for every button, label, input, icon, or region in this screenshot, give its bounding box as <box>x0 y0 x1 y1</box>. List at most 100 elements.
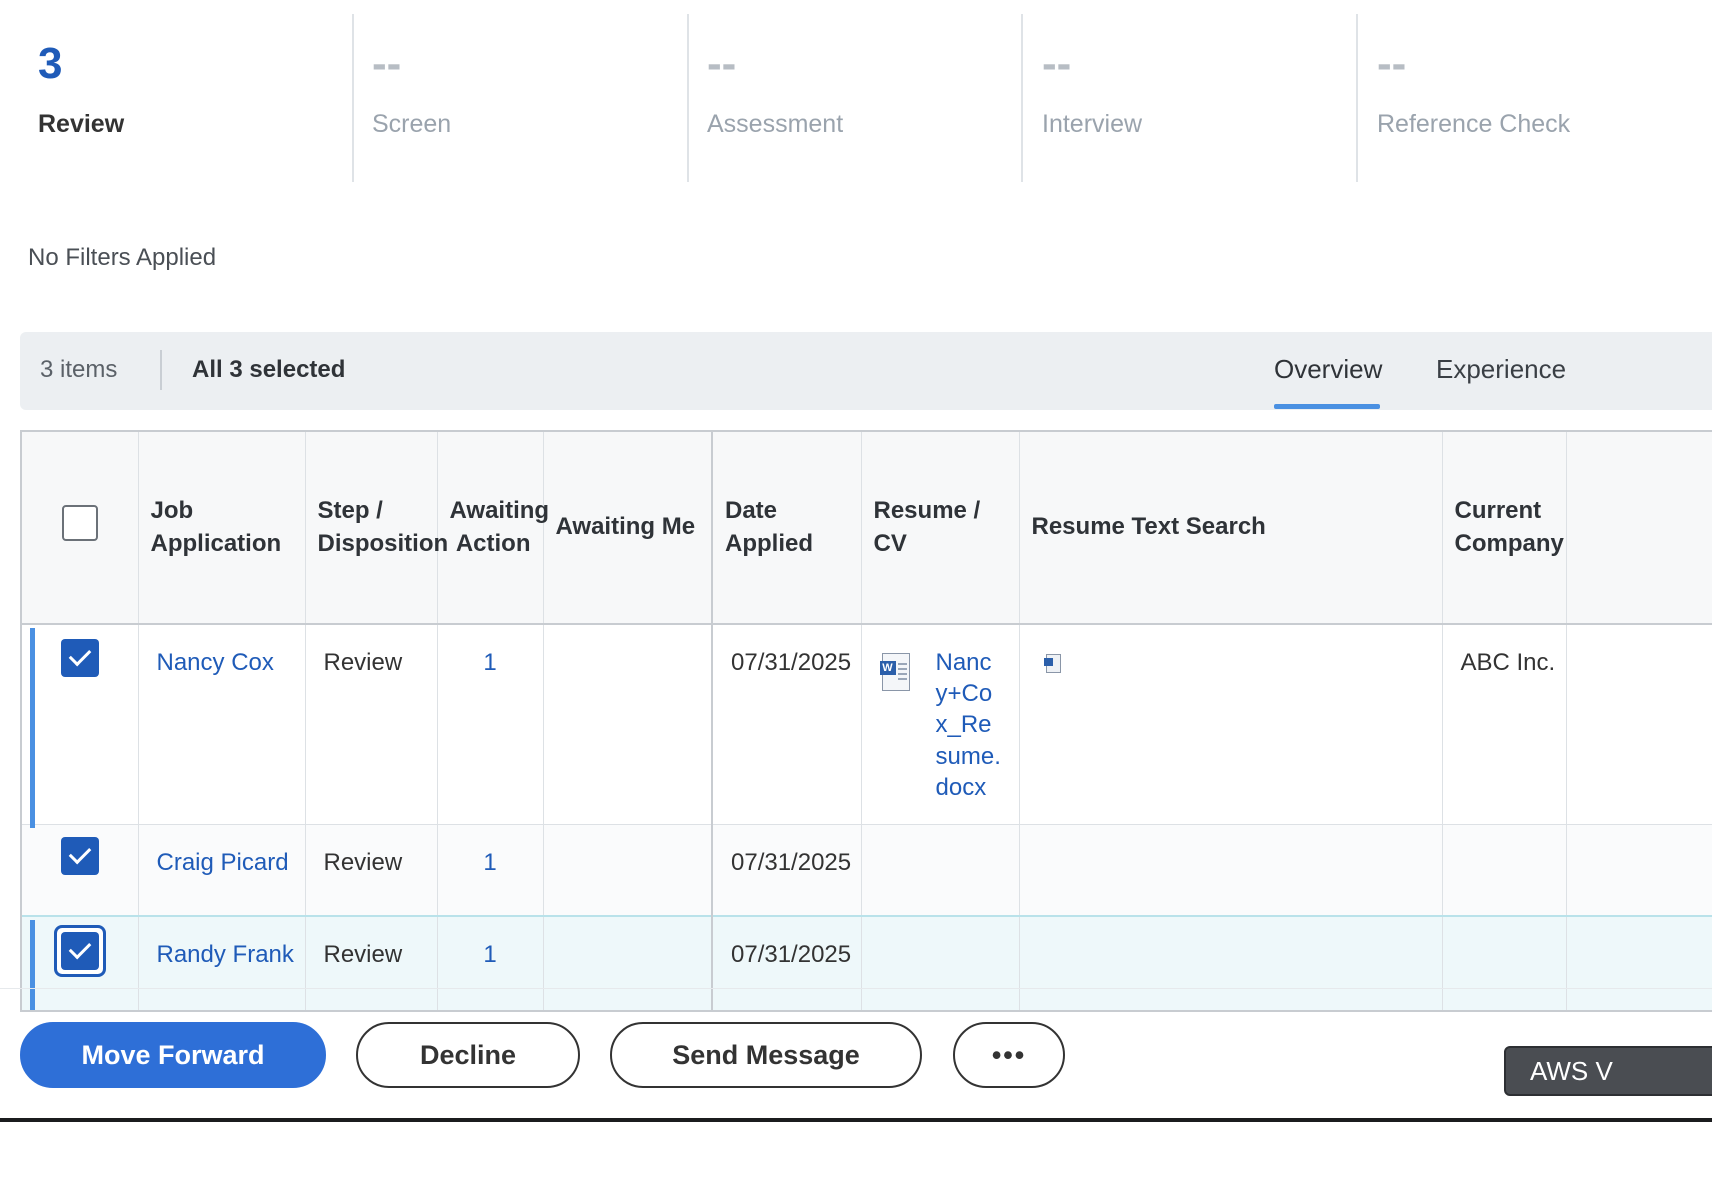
awaiting-me-value <box>544 825 712 847</box>
header-extra <box>1566 432 1712 625</box>
header-date-applied[interactable]: Date Applied <box>712 432 862 625</box>
selected-row-indicator <box>30 920 35 1010</box>
selection-summary: All 3 selected <box>192 356 346 383</box>
selected-row-indicator <box>30 628 35 828</box>
stage-screen[interactable]: -- Screen <box>372 14 672 182</box>
cell-awaiting-action: 1 <box>437 915 544 1010</box>
cell-awaiting-me <box>543 915 713 1010</box>
candidate-link[interactable]: Craig Picard <box>157 849 289 876</box>
stage-assessment[interactable]: -- Assessment <box>707 14 1007 182</box>
cell-date-applied: 07/31/2025 <box>712 624 862 825</box>
cell-resume-text-search <box>1019 824 1443 917</box>
stage-assessment-count: -- <box>707 39 737 88</box>
stage-interview-count: -- <box>1042 39 1072 88</box>
awaiting-action-link[interactable]: 1 <box>483 649 496 676</box>
candidate-grid: Job Application Step / Disposition Await… <box>20 430 1712 1012</box>
cell-current-company <box>1442 915 1567 1010</box>
current-company-value <box>1443 825 1566 847</box>
cell-step: Review <box>305 915 438 1010</box>
awaiting-action-link[interactable]: 1 <box>483 849 496 876</box>
current-company-value <box>1443 917 1566 939</box>
stage-divider <box>1356 14 1358 182</box>
more-actions-button[interactable]: ••• <box>953 1022 1065 1088</box>
stage-screen-label: Screen <box>372 110 452 138</box>
step-value: Review <box>323 848 403 876</box>
select-all-checkbox[interactable] <box>61 504 98 541</box>
stage-summary: 3 Review -- Screen -- Assessment -- Inte… <box>0 0 1712 185</box>
tab-overview[interactable]: Overview <box>1274 354 1382 385</box>
window-bottom-edge <box>0 1118 1712 1122</box>
stage-divider <box>352 14 354 182</box>
candidate-link[interactable]: Randy Frank <box>157 941 294 968</box>
send-message-button[interactable]: Send Message <box>610 1022 922 1088</box>
cell-date-applied: 07/31/2025 <box>712 824 862 917</box>
header-current-company[interactable]: Current Company <box>1442 432 1567 625</box>
select-all-header <box>22 432 139 625</box>
candidate-link[interactable]: Nancy Cox <box>157 649 274 676</box>
cell-current-company <box>1442 824 1567 917</box>
aws-widget[interactable]: AWS V <box>1504 1046 1712 1096</box>
current-company-value: ABC Inc. <box>1460 649 1556 676</box>
stage-reference-check-count: -- <box>1377 39 1407 88</box>
tab-experience[interactable]: Experience <box>1436 354 1566 385</box>
cell-extra <box>1566 824 1712 917</box>
action-bar-divider <box>0 988 1712 989</box>
row-select-cell <box>22 915 139 1010</box>
stage-reference-check[interactable]: -- Reference Check <box>1377 14 1707 182</box>
word-document-icon[interactable]: W <box>879 653 910 691</box>
row-select-cell <box>22 824 139 917</box>
stage-review-label: Review <box>38 110 125 138</box>
document-icon[interactable] <box>1043 654 1062 674</box>
cell-awaiting-action: 1 <box>437 624 544 825</box>
cell-extra <box>1566 915 1712 1010</box>
cell-step: Review <box>305 624 438 825</box>
cell-job-application: Nancy Cox <box>138 624 306 825</box>
stage-divider <box>687 14 689 182</box>
resume-value <box>862 825 1019 847</box>
cell-extra <box>1566 624 1712 825</box>
grid-toolbar: 3 items All 3 selected Overview Experien… <box>20 332 1712 410</box>
row-checkbox-focus-ring <box>53 925 106 977</box>
active-tab-indicator <box>1274 404 1380 409</box>
cell-job-application: Randy Frank <box>138 915 306 1010</box>
cell-resume-text-search <box>1019 915 1443 1010</box>
move-forward-button[interactable]: Move Forward <box>20 1022 326 1088</box>
header-step-disposition[interactable]: Step / Disposition <box>305 432 448 625</box>
header-resume-text-search[interactable]: Resume Text Search <box>1019 432 1443 625</box>
cell-awaiting-me <box>543 824 713 917</box>
awaiting-me-value <box>544 625 712 647</box>
header-resume-cv[interactable]: Resume / CV <box>861 432 1020 625</box>
row-checkbox[interactable] <box>60 836 99 875</box>
date-applied-value: 07/31/2025 <box>731 941 852 968</box>
table-row[interactable]: Randy Frank Review 1 07/31/2025 <box>22 915 1712 1010</box>
stage-screen-count: -- <box>372 39 402 88</box>
stage-review-count: 3 <box>38 39 63 88</box>
header-awaiting-me[interactable]: Awaiting Me <box>543 432 713 625</box>
cell-date-applied: 07/31/2025 <box>712 915 862 1010</box>
header-awaiting-action[interactable]: Awaiting Action <box>437 432 549 625</box>
header-job-application[interactable]: Job Application <box>138 432 306 625</box>
table-row[interactable]: Nancy Cox Review 1 07/31/2025 W Nancy+Co… <box>22 624 1712 825</box>
row-select-cell <box>22 624 139 825</box>
candidate-table: Job Application Step / Disposition Await… <box>22 432 1712 1010</box>
stage-reference-check-label: Reference Check <box>1377 110 1571 138</box>
awaiting-action-link[interactable]: 1 <box>483 941 496 968</box>
stage-assessment-label: Assessment <box>707 110 844 138</box>
row-checkbox[interactable] <box>60 932 99 970</box>
date-applied-value: 07/31/2025 <box>731 649 852 676</box>
table-header-row: Job Application Step / Disposition Await… <box>22 432 1712 625</box>
cell-resume <box>861 915 1020 1010</box>
cell-resume <box>861 824 1020 917</box>
stage-review[interactable]: 3 Review <box>38 14 338 182</box>
stage-interview[interactable]: -- Interview <box>1042 14 1342 182</box>
resume-file-link[interactable]: Nancy+Cox_Resume.docx <box>936 647 1002 803</box>
decline-button[interactable]: Decline <box>356 1022 580 1088</box>
date-applied-value: 07/31/2025 <box>731 848 852 876</box>
row-checkbox[interactable] <box>60 639 99 677</box>
cell-awaiting-action: 1 <box>437 824 544 917</box>
awaiting-me-value <box>544 917 712 939</box>
cell-awaiting-me <box>543 624 713 825</box>
table-row[interactable]: Craig Picard Review 1 07/31/2025 <box>22 824 1712 917</box>
cell-resume-text-search <box>1019 624 1443 825</box>
stage-interview-label: Interview <box>1042 110 1143 138</box>
